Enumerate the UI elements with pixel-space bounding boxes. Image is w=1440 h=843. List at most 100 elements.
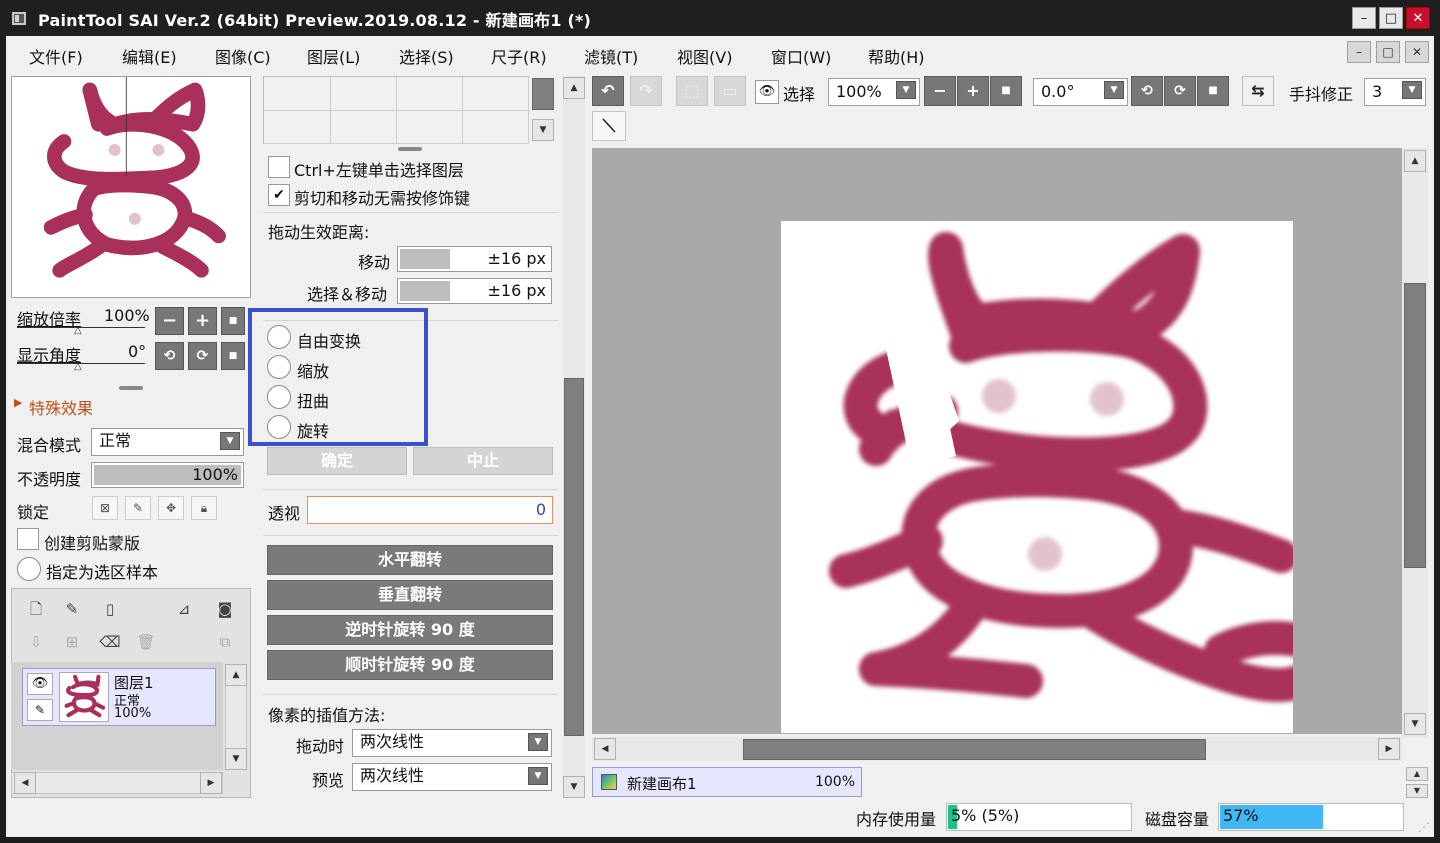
deselect-button[interactable]: ⬚ [676, 76, 708, 106]
chevron-up-icon[interactable]: ▲ [225, 664, 247, 686]
chevron-down-icon[interactable]: ▼ [563, 776, 585, 798]
rotate-reset-button[interactable]: ■ [221, 342, 245, 370]
navigator-preview[interactable] [11, 76, 251, 298]
layer-transfer-icon[interactable]: ⧉ [213, 631, 237, 655]
line-tool-button[interactable] [592, 111, 626, 141]
chevron-left-icon[interactable]: ◀ [14, 772, 36, 794]
delete-layer-icon[interactable]: 🗑︎ [134, 631, 158, 655]
new-layer-icon[interactable]: 🗋︎ [24, 598, 48, 622]
new-folder-icon[interactable]: ▯ [98, 598, 122, 622]
chevron-down-icon[interactable]: ▼ [1404, 713, 1426, 735]
canvas-hscroll-thumb[interactable] [743, 739, 1206, 760]
zoom-slider-handle[interactable]: △ [74, 325, 82, 336]
menu-help[interactable]: 帮助(H) [868, 44, 925, 68]
canvas-zoom-select[interactable]: 100% ▼ [828, 78, 920, 106]
cut-move-checkbox[interactable]: ✔ [268, 184, 290, 206]
chevron-left-icon[interactable]: ◀ [594, 738, 616, 760]
menu-image[interactable]: 图像(C) [215, 44, 271, 68]
layer-effect-icon[interactable]: ⊿ [172, 598, 196, 622]
move-distance-slider[interactable]: ±16 px [397, 246, 552, 272]
menu-filter[interactable]: 滤镜(T) [584, 44, 638, 68]
pen-icon[interactable]: ✎ [27, 699, 53, 721]
drag-interp-select[interactable]: 两次线性 ▼ [352, 729, 552, 757]
menu-edit[interactable]: 编辑(E) [122, 44, 177, 68]
doc-minimize-button[interactable]: – [1347, 41, 1371, 63]
chevron-right-icon[interactable]: ▶ [1378, 738, 1400, 760]
preview-interp-select[interactable]: 两次线性 ▼ [352, 763, 552, 791]
menu-select[interactable]: 选择(S) [399, 44, 454, 68]
layer-list-hscroll[interactable] [11, 772, 223, 794]
perspective-input[interactable]: 0 [307, 496, 553, 524]
panel-scroll-thumb[interactable] [564, 378, 584, 736]
flip-view-icon[interactable]: ⇆ [1242, 76, 1274, 106]
canvas-zoom-reset-button[interactable]: ■ [990, 76, 1022, 106]
menu-file[interactable]: 文件(F) [29, 44, 83, 68]
tool-slot[interactable] [331, 77, 397, 111]
selection-sample-radio[interactable] [17, 557, 41, 581]
select-move-slider[interactable]: ±16 px [397, 278, 552, 304]
chevron-up-icon[interactable]: ▲ [563, 77, 585, 99]
stabilizer-select[interactable]: 3 ▼ [1364, 78, 1426, 106]
clear-layer-icon[interactable]: ⌫ [98, 631, 122, 655]
canvas-vscroll-thumb[interactable] [1404, 283, 1426, 568]
rotate-cw-button[interactable]: 顺时针旋转 90 度 [267, 650, 553, 680]
lock-paint-icon[interactable]: ✎ [125, 496, 151, 520]
canvas-rotate-reset-button[interactable]: ■ [1197, 76, 1229, 106]
expand-arrow-icon[interactable]: ▶ [14, 396, 22, 409]
tool-grid-scroll-thumb[interactable] [532, 78, 554, 110]
lock-transparency-icon[interactable]: ⊠ [92, 496, 118, 520]
panel-splitter-handle[interactable] [398, 147, 422, 151]
zoom-in-button[interactable]: + [188, 307, 217, 335]
eye-icon[interactable]: 👁︎ [27, 673, 53, 695]
rotate-ccw-button[interactable]: 逆时针旋转 90 度 [267, 615, 553, 645]
menu-view[interactable]: 视图(V) [677, 44, 732, 68]
menu-window[interactable]: 窗口(W) [771, 44, 831, 68]
effects-label[interactable]: 特殊效果 [29, 395, 93, 419]
clip-mask-checkbox[interactable] [17, 528, 39, 550]
menu-layer[interactable]: 图层(L) [307, 44, 360, 68]
canvas-zoom-in-button[interactable]: + [957, 76, 989, 106]
layer-mask-icon[interactable]: ◙ [213, 598, 237, 622]
tool-slot[interactable] [331, 111, 397, 144]
cancel-button[interactable]: 中止 [413, 447, 553, 475]
chevron-down-icon[interactable]: ▼ [225, 748, 247, 770]
canvas-paper[interactable] [781, 221, 1293, 733]
canvas-zoom-out-button[interactable]: − [924, 76, 956, 106]
rotate-right-button[interactable]: ⟳ [188, 342, 217, 370]
layer-row[interactable]: 👁︎ ✎ 图层1 正常 100% [22, 668, 216, 726]
tool-slot[interactable] [463, 77, 529, 111]
tool-slot[interactable] [397, 77, 463, 111]
tool-slot[interactable] [397, 111, 463, 144]
merge-layer-icon[interactable]: ⊞ [60, 631, 84, 655]
canvas-rotate-right-button[interactable]: ⟳ [1164, 76, 1196, 106]
chevron-down-icon[interactable]: ▼ [532, 119, 554, 141]
tool-slot[interactable] [264, 77, 331, 111]
angle-slider-handle[interactable]: △ [74, 361, 82, 372]
flip-vertical-button[interactable]: 垂直翻转 [267, 580, 553, 610]
chevron-up-icon[interactable]: ▲ [1404, 150, 1426, 172]
canvas-tab[interactable]: 新建画布1 100% [592, 767, 862, 797]
canvas-angle-select[interactable]: 0.0° ▼ [1033, 78, 1128, 106]
eye-icon[interactable]: 👁︎ [755, 80, 779, 104]
resize-grip-icon[interactable]: ⋰ [1418, 820, 1430, 834]
move-down-icon[interactable]: ⇩ [24, 631, 48, 655]
zoom-out-button[interactable]: − [155, 307, 184, 335]
undo-button[interactable]: ↶ [592, 76, 624, 106]
chevron-up-icon[interactable]: ▲ [1406, 767, 1428, 781]
doc-close-button[interactable]: ✕ [1405, 41, 1429, 63]
flip-horizontal-button[interactable]: 水平翻转 [267, 545, 553, 575]
blend-mode-select[interactable]: 正常 ▼ [91, 428, 244, 456]
minimize-button[interactable]: – [1352, 7, 1376, 29]
doc-restore-button[interactable]: □ [1376, 41, 1400, 63]
zoom-reset-button[interactable]: ■ [221, 307, 245, 335]
tool-slot[interactable] [463, 111, 529, 144]
new-pen-layer-icon[interactable]: ✎ [60, 598, 84, 622]
redo-button[interactable]: ↷ [630, 76, 662, 106]
panel-splitter-handle[interactable] [119, 386, 143, 390]
chevron-right-icon[interactable]: ▶ [200, 772, 222, 794]
lock-all-icon[interactable]: 🔒︎ [191, 496, 217, 520]
opacity-slider[interactable]: 100% [91, 462, 244, 488]
rotate-left-button[interactable]: ⟲ [155, 342, 184, 370]
maximize-button[interactable]: □ [1379, 7, 1403, 29]
ok-button[interactable]: 确定 [267, 447, 407, 475]
